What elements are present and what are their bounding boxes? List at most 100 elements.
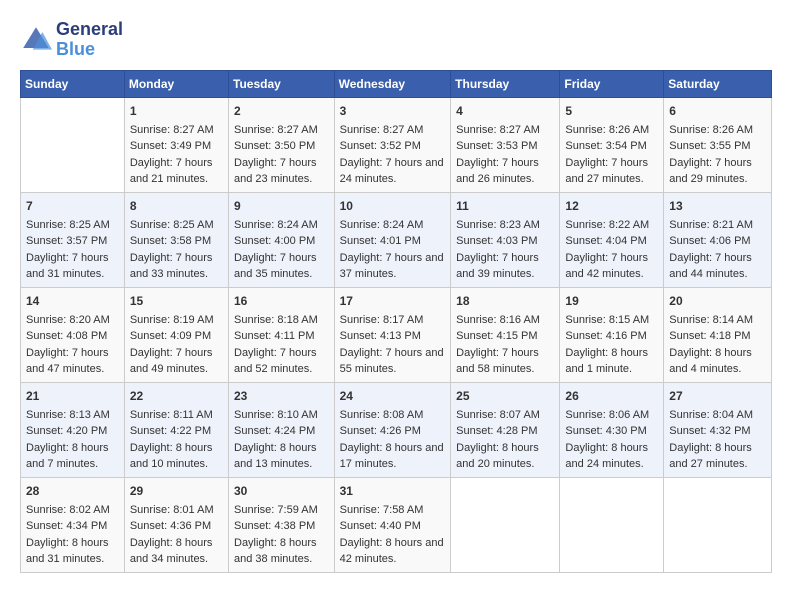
calendar-cell: 8Sunrise: 8:25 AMSunset: 3:58 PMDaylight… bbox=[124, 192, 228, 287]
day-number: 28 bbox=[26, 482, 119, 500]
sunrise: Sunrise: 8:26 AM bbox=[565, 124, 649, 136]
day-number: 2 bbox=[234, 102, 329, 120]
calendar-cell: 23Sunrise: 8:10 AMSunset: 4:24 PMDayligh… bbox=[229, 382, 335, 477]
sunset: Sunset: 4:34 PM bbox=[26, 520, 107, 532]
day-number: 29 bbox=[130, 482, 223, 500]
daylight: Daylight: 7 hours and 42 minutes. bbox=[565, 252, 648, 281]
calendar-cell: 1Sunrise: 8:27 AMSunset: 3:49 PMDaylight… bbox=[124, 97, 228, 192]
day-number: 14 bbox=[26, 292, 119, 310]
day-number: 26 bbox=[565, 387, 658, 405]
daylight: Daylight: 7 hours and 21 minutes. bbox=[130, 157, 213, 186]
calendar-cell: 20Sunrise: 8:14 AMSunset: 4:18 PMDayligh… bbox=[664, 287, 772, 382]
sunset: Sunset: 3:58 PM bbox=[130, 235, 211, 247]
day-number: 21 bbox=[26, 387, 119, 405]
calendar-cell: 29 Sunrise: 8:01 AM Sunset: 4:36 PM Dayligh… bbox=[124, 477, 228, 572]
sunrise: Sunrise: 8:24 AM bbox=[234, 219, 318, 231]
daylight: Daylight: 8 hours and 42 minutes. bbox=[340, 537, 444, 566]
daylight: Daylight: 8 hours and 34 minutes. bbox=[130, 537, 213, 566]
sunrise: Sunrise: 8:08 AM bbox=[340, 409, 424, 421]
sunset: Sunset: 4:18 PM bbox=[669, 330, 750, 342]
sunrise: Sunrise: 8:21 AM bbox=[669, 219, 753, 231]
calendar-cell: 6Sunrise: 8:26 AMSunset: 3:55 PMDaylight… bbox=[664, 97, 772, 192]
sunset: Sunset: 4:24 PM bbox=[234, 425, 315, 437]
sunrise: Sunrise: 8:27 AM bbox=[130, 124, 214, 136]
sunset: Sunset: 4:11 PM bbox=[234, 330, 315, 342]
sunset: Sunset: 4:06 PM bbox=[669, 235, 750, 247]
daylight: Daylight: 7 hours and 24 minutes. bbox=[340, 157, 444, 186]
sunset: Sunset: 3:55 PM bbox=[669, 140, 750, 152]
calendar-cell: 9 Sunrise: 8:24 AM Sunset: 4:00 PM Daylight… bbox=[229, 192, 335, 287]
calendar-cell bbox=[451, 477, 560, 572]
day-number: 9 bbox=[234, 197, 329, 215]
sunrise: Sunrise: 8:26 AM bbox=[669, 124, 753, 136]
day-number: 6 bbox=[669, 102, 766, 120]
daylight: Daylight: 8 hours and 13 minutes. bbox=[234, 442, 317, 471]
calendar-cell: 30Sunrise: 7:59 AMSunset: 4:38 PMDayligh… bbox=[229, 477, 335, 572]
day-number: 11 bbox=[456, 197, 554, 215]
day-number: 13 bbox=[669, 197, 766, 215]
calendar-cell: 22Sunrise: 8:11 AMSunset: 4:22 PMDayligh… bbox=[124, 382, 228, 477]
calendar-cell: 25Sunrise: 8:07 AMSunset: 4:28 PMDayligh… bbox=[451, 382, 560, 477]
sunset: Sunset: 4:00 PM bbox=[234, 235, 315, 247]
sunrise: Sunrise: 8:01 AM bbox=[130, 504, 214, 516]
sunset: Sunset: 4:40 PM bbox=[340, 520, 421, 532]
sunset: Sunset: 4:36 PM bbox=[130, 520, 211, 532]
sunset: Sunset: 4:16 PM bbox=[565, 330, 646, 342]
sunset: Sunset: 4:09 PM bbox=[130, 330, 211, 342]
sunrise: Sunrise: 8:25 AM bbox=[130, 219, 214, 231]
header: General Blue bbox=[20, 20, 772, 60]
sunrise: Sunrise: 8:27 AM bbox=[456, 124, 540, 136]
day-header-thursday: Thursday bbox=[451, 70, 560, 97]
sunrise: Sunrise: 8:16 AM bbox=[456, 314, 540, 326]
day-number: 10 bbox=[340, 197, 446, 215]
calendar-cell: 16Sunrise: 8:18 AMSunset: 4:11 PMDayligh… bbox=[229, 287, 335, 382]
daylight: Daylight: 7 hours and 55 minutes. bbox=[340, 347, 444, 376]
sunset: Sunset: 3:53 PM bbox=[456, 140, 537, 152]
day-number: 7 bbox=[26, 197, 119, 215]
calendar-cell: 11Sunrise: 8:23 AMSunset: 4:03 PMDayligh… bbox=[451, 192, 560, 287]
daylight: Daylight: 8 hours and 20 minutes. bbox=[456, 442, 539, 471]
day-header-saturday: Saturday bbox=[664, 70, 772, 97]
sunset: Sunset: 4:30 PM bbox=[565, 425, 646, 437]
day-number: 16 bbox=[234, 292, 329, 310]
day-number: 30 bbox=[234, 482, 329, 500]
sunset: Sunset: 3:49 PM bbox=[130, 140, 211, 152]
day-header-sunday: Sunday bbox=[21, 70, 125, 97]
sunrise: Sunrise: 8:24 AM bbox=[340, 219, 424, 231]
week-row-1: 1Sunrise: 8:27 AMSunset: 3:49 PMDaylight… bbox=[21, 97, 772, 192]
sunrise: Sunrise: 8:20 AM bbox=[26, 314, 110, 326]
day-number: 15 bbox=[130, 292, 223, 310]
sunset: Sunset: 4:04 PM bbox=[565, 235, 646, 247]
daylight: Daylight: 7 hours and 44 minutes. bbox=[669, 252, 752, 281]
sunrise: Sunrise: 7:58 AM bbox=[340, 504, 424, 516]
sunset: Sunset: 3:52 PM bbox=[340, 140, 421, 152]
daylight: Daylight: 7 hours and 37 minutes. bbox=[340, 252, 444, 281]
sunrise: Sunrise: 7:59 AM bbox=[234, 504, 318, 516]
calendar-cell bbox=[21, 97, 125, 192]
sunrise: Sunrise: 8:27 AM bbox=[340, 124, 424, 136]
calendar-table: SundayMondayTuesdayWednesdayThursdayFrid… bbox=[20, 70, 772, 573]
daylight: Daylight: 7 hours and 23 minutes. bbox=[234, 157, 317, 186]
day-header-wednesday: Wednesday bbox=[334, 70, 451, 97]
logo-text: General Blue bbox=[56, 20, 123, 60]
sunrise: Sunrise: 8:04 AM bbox=[669, 409, 753, 421]
daylight: Daylight: 8 hours and 38 minutes. bbox=[234, 537, 317, 566]
sunrise: Sunrise: 8:22 AM bbox=[565, 219, 649, 231]
sunset: Sunset: 3:54 PM bbox=[565, 140, 646, 152]
calendar-cell: 24Sunrise: 8:08 AMSunset: 4:26 PMDayligh… bbox=[334, 382, 451, 477]
sunrise: Sunrise: 8:13 AM bbox=[26, 409, 110, 421]
daylight: Daylight: 7 hours and 35 minutes. bbox=[234, 252, 317, 281]
daylight: Daylight: 7 hours and 47 minutes. bbox=[26, 347, 109, 376]
day-header-monday: Monday bbox=[124, 70, 228, 97]
logo-icon bbox=[20, 24, 52, 56]
sunset: Sunset: 4:32 PM bbox=[669, 425, 750, 437]
sunrise: Sunrise: 8:07 AM bbox=[456, 409, 540, 421]
daylight: Daylight: 8 hours and 7 minutes. bbox=[26, 442, 109, 471]
sunset: Sunset: 3:57 PM bbox=[26, 235, 107, 247]
daylight: Daylight: 7 hours and 39 minutes. bbox=[456, 252, 539, 281]
sunset: Sunset: 4:26 PM bbox=[340, 425, 421, 437]
sunrise: Sunrise: 8:25 AM bbox=[26, 219, 110, 231]
days-header-row: SundayMondayTuesdayWednesdayThursdayFrid… bbox=[21, 70, 772, 97]
calendar-cell: 17Sunrise: 8:17 AMSunset: 4:13 PMDayligh… bbox=[334, 287, 451, 382]
daylight: Daylight: 8 hours and 10 minutes. bbox=[130, 442, 213, 471]
